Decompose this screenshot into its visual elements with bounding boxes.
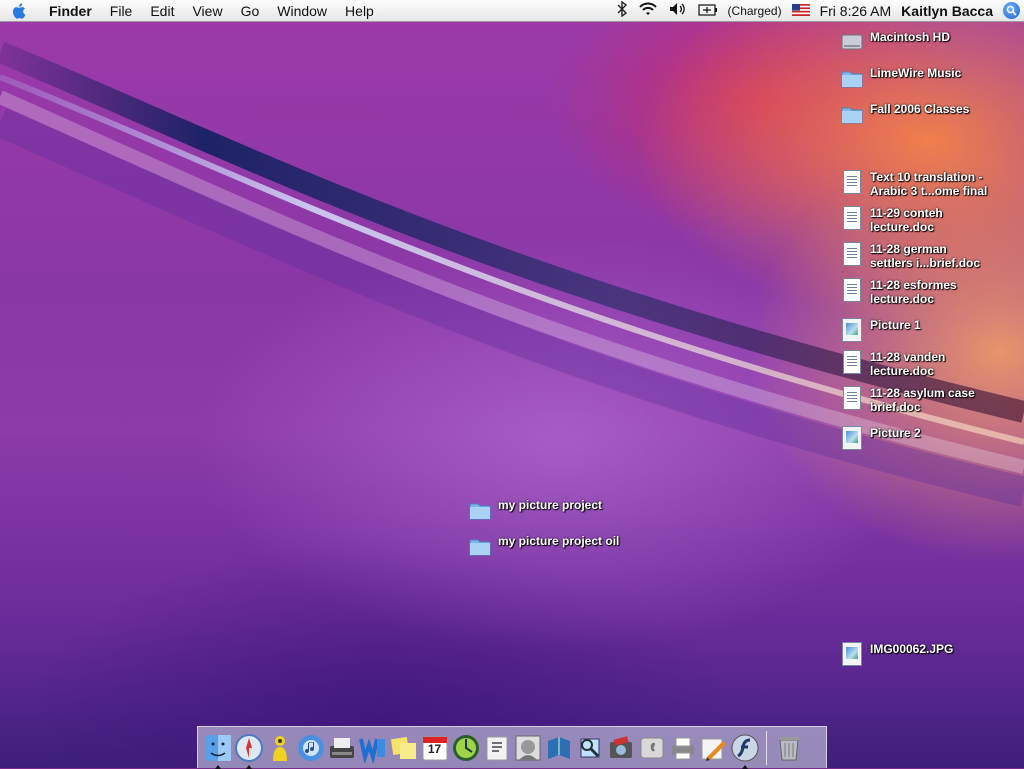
desktop-icon-my-picture-project-oil[interactable]: my picture project oil [468, 534, 619, 558]
calendar-day: 17 [427, 741, 442, 756]
desktop-icon-img00062[interactable]: IMG00062.JPG [840, 642, 953, 666]
dock-separator [766, 730, 767, 765]
dock: 17 [197, 726, 827, 769]
desktop-icon-asylum-case[interactable]: 11-28 asylum case brief.doc [840, 386, 975, 414]
desktop-icon-fall-2006-classes[interactable]: Fall 2006 Classes [840, 102, 969, 126]
dock-finder-icon[interactable] [203, 733, 233, 769]
menu-help[interactable]: Help [336, 0, 383, 22]
apple-menu-icon[interactable] [0, 0, 40, 22]
icon-label: Macintosh HD [870, 30, 951, 44]
icon-label: Picture 1 [870, 318, 921, 332]
desktop-icon-picture-1[interactable]: Picture 1 [840, 318, 921, 342]
icon-label: Text 10 translation - Arabic 3 t...ome f… [870, 170, 988, 198]
dock-typewriter-icon[interactable] [327, 733, 357, 763]
desktop-icon-conteh-lecture[interactable]: 11-29 conteh lecture.doc [840, 206, 943, 234]
desktop-icon-macintosh-hd[interactable]: Macintosh HD [840, 30, 950, 54]
icon-label: 11-28 asylum case brief.doc [870, 386, 975, 414]
icon-label: my picture project oil [498, 534, 620, 548]
clock[interactable]: Fri 8:26 AM [820, 3, 892, 19]
icon-label: 11-28 german settlers i...brief.doc [870, 242, 981, 270]
document-icon [840, 170, 864, 194]
menu-bar: Finder File Edit View Go Window Help (Ch… [0, 0, 1024, 22]
dock-ical-icon[interactable]: 17 [420, 733, 450, 763]
icon-label: IMG00062.JPG [870, 642, 954, 656]
dock-dashboard-icon[interactable] [451, 733, 481, 763]
icon-label: my picture project [498, 498, 603, 512]
dock-dictionary-icon[interactable] [482, 733, 512, 763]
menu-finder[interactable]: Finder [40, 0, 101, 22]
menu-view[interactable]: View [183, 0, 231, 22]
dock-trash-icon[interactable] [774, 733, 804, 763]
dock-system-icon[interactable] [637, 733, 667, 763]
menu-go[interactable]: Go [232, 0, 269, 22]
user-menu[interactable]: Kaitlyn Bacca [901, 3, 993, 19]
dock-preview-icon[interactable] [575, 733, 605, 763]
us-flag-icon[interactable] [791, 3, 810, 19]
folder-icon [840, 66, 864, 90]
desktop-icon-vanden-lecture[interactable]: 11-28 vanden lecture.doc [840, 350, 945, 378]
dock-word-icon[interactable] [358, 733, 388, 763]
dock-printer-icon[interactable] [668, 733, 698, 763]
bluetooth-icon[interactable] [616, 0, 628, 20]
icon-label: Fall 2006 Classes [870, 102, 970, 116]
icon-label: 11-28 esformes lecture.doc [870, 278, 957, 306]
folder-icon [468, 534, 492, 558]
dock-iphoto-icon[interactable] [606, 733, 636, 763]
dock-safari-icon[interactable] [234, 733, 264, 769]
desktop-icon-esformes-lecture[interactable]: 11-28 esformes lecture.doc [840, 278, 957, 306]
desktop-icon-text10-translation[interactable]: Text 10 translation - Arabic 3 t...ome f… [840, 170, 987, 198]
folder-icon [468, 498, 492, 522]
battery-icon[interactable] [697, 3, 718, 19]
desktop-icon-german-settlers[interactable]: 11-28 german settlers i...brief.doc [840, 242, 980, 270]
document-icon [840, 386, 864, 410]
spotlight-icon[interactable] [1003, 2, 1020, 19]
picture-icon [840, 642, 864, 666]
volume-icon[interactable] [668, 1, 688, 20]
document-icon [840, 278, 864, 302]
dock-einstein-icon[interactable] [513, 733, 543, 763]
menu-file[interactable]: File [101, 0, 142, 22]
desktop-icon-picture-2[interactable]: Picture 2 [840, 426, 921, 450]
document-icon [840, 242, 864, 266]
dock-aim-icon[interactable] [265, 733, 295, 763]
picture-icon [840, 426, 864, 450]
battery-status: (Charged) [727, 3, 782, 18]
folder-icon [840, 102, 864, 126]
icon-label: LimeWire Music [870, 66, 962, 80]
wifi-icon[interactable] [638, 1, 658, 20]
dock-itunes-icon[interactable] [296, 733, 326, 763]
menu-edit[interactable]: Edit [141, 0, 183, 22]
document-icon [840, 350, 864, 374]
picture-icon [840, 318, 864, 342]
dock-pencil-icon[interactable] [699, 733, 729, 763]
document-icon [840, 206, 864, 230]
dock-stickies-icon[interactable] [389, 733, 419, 763]
icon-label: 11-28 vanden lecture.doc [870, 350, 946, 378]
hard-drive-icon [840, 30, 864, 54]
desktop-icon-limewire-music[interactable]: LimeWire Music [840, 66, 961, 90]
menu-extras: (Charged) Fri 8:26 AM Kaitlyn Bacca [616, 0, 1024, 22]
desktop-icon-my-picture-project[interactable]: my picture project [468, 498, 602, 522]
dock-flash-icon[interactable] [730, 733, 760, 769]
menu-window[interactable]: Window [268, 0, 336, 22]
icon-label: 11-29 conteh lecture.doc [870, 206, 943, 234]
dock-book-icon[interactable] [544, 733, 574, 763]
icon-label: Picture 2 [870, 426, 921, 440]
